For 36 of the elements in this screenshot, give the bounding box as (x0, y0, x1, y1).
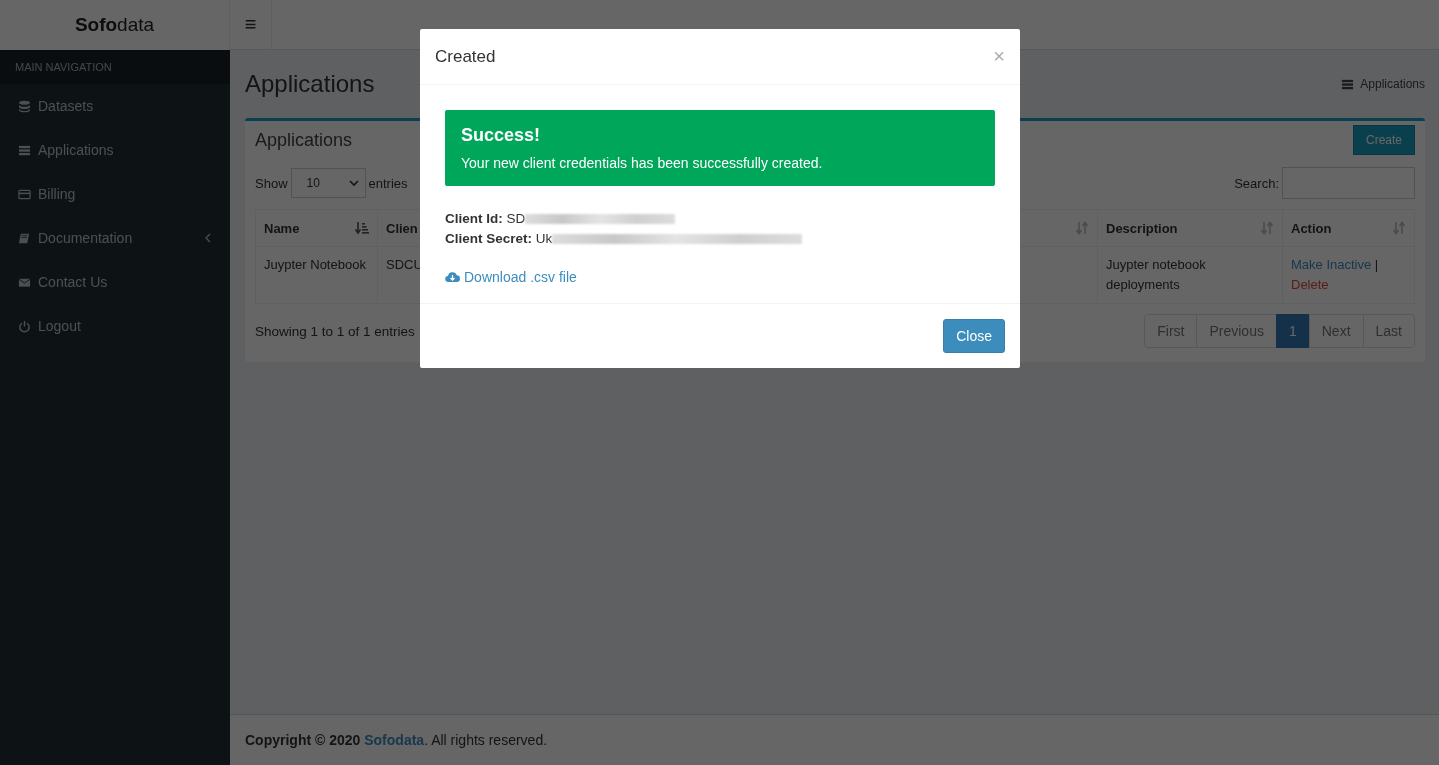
table-cell: Juypter Notebook (255, 246, 378, 304)
column-header[interactable]: Description (1097, 209, 1283, 247)
close-button[interactable]: Close (943, 319, 1005, 353)
server-icon (1341, 77, 1355, 91)
credential-value: Uk (535, 230, 553, 248)
panel-title: Applications (255, 129, 353, 151)
credential-label: Client Id: (445, 210, 503, 228)
credential-label: Client Secret: (445, 230, 533, 248)
entries-label: entries (368, 175, 408, 191)
credential-value: SD (506, 210, 526, 228)
page-size-select[interactable]: 10 (290, 168, 366, 198)
column-header[interactable]: Action (1282, 209, 1415, 247)
delete-link[interactable]: Delete (1291, 277, 1329, 292)
page-button[interactable]: 1 (1275, 314, 1310, 348)
database-icon (18, 99, 31, 113)
alert-title: Success! (461, 125, 542, 146)
power-icon (18, 319, 31, 333)
search-label: Search: (1234, 175, 1279, 191)
credit-card-icon (18, 187, 31, 201)
server-icon (18, 143, 31, 157)
cloud-download-icon (445, 271, 460, 283)
book-icon (18, 231, 31, 245)
modal-title: Created (435, 46, 496, 67)
table-cell: Juypter notebook deployments (1097, 246, 1283, 304)
footer-text: Copyright © 2020 Sofodata. All rights reserved. (230, 714, 1439, 765)
alert-message: Your new client credentials has been successfully created. (461, 155, 824, 171)
caret-icon (348, 179, 359, 187)
column-header[interactable]: Name (255, 209, 378, 247)
breadcrumb[interactable]: Applications (1341, 77, 1425, 91)
sidebar-heading: MAIN NAVIGATION (0, 50, 230, 84)
table-info: Showing 1 to 1 of 1 entries (255, 323, 415, 339)
show-label: Show (255, 175, 288, 191)
chevron-left-icon (204, 233, 212, 243)
create-button[interactable]: Create (1352, 125, 1415, 155)
separator: | (1374, 257, 1379, 272)
page-title: Applications (245, 70, 375, 98)
